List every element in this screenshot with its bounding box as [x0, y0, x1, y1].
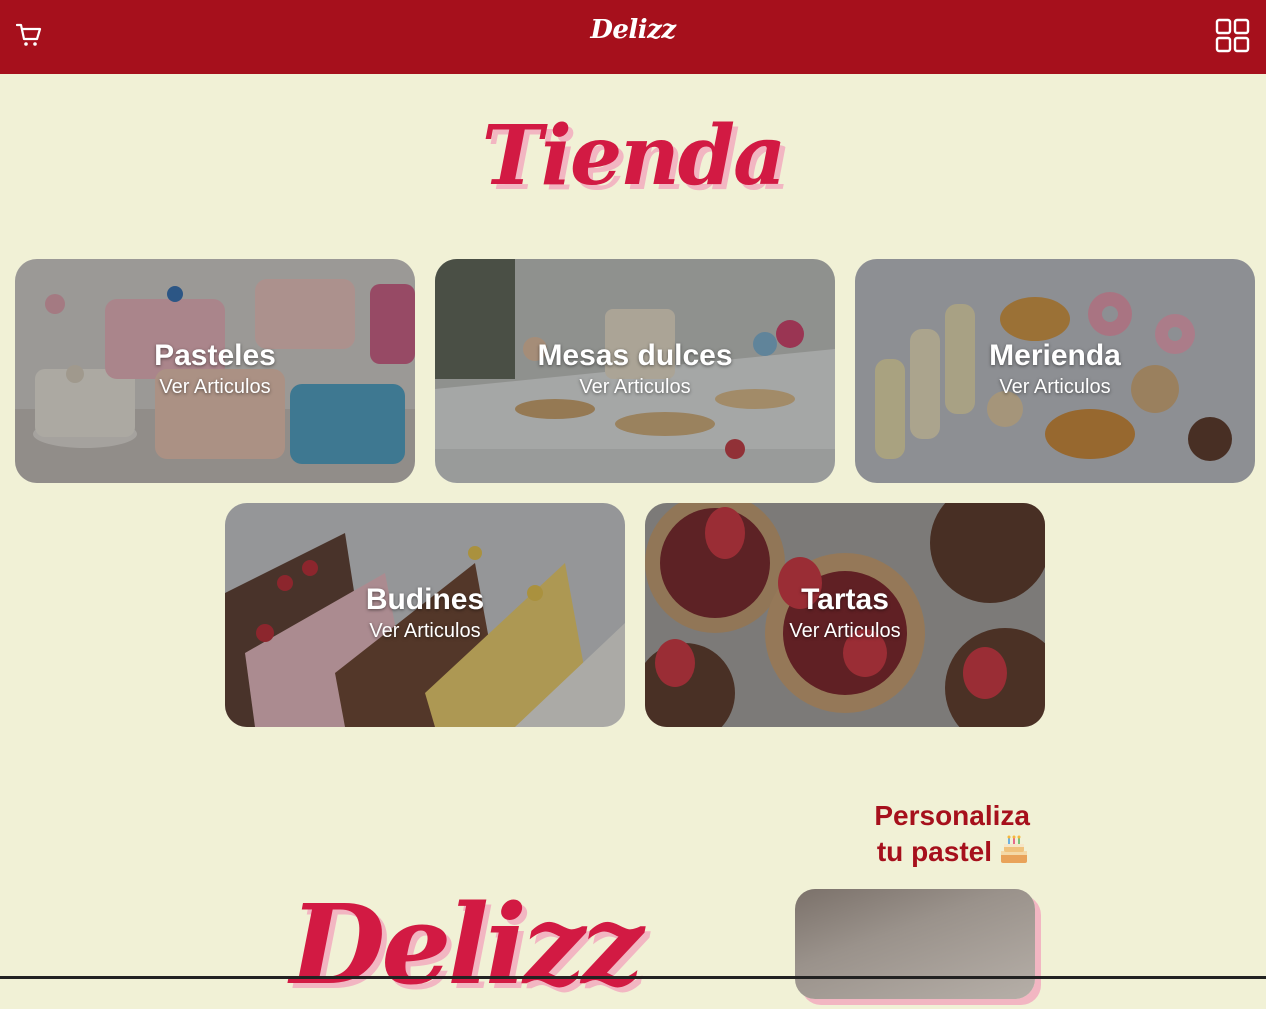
customize-heading: Personaliza tu pastel — [800, 798, 1030, 870]
category-title: Merienda — [989, 339, 1121, 372]
view-articles-link[interactable]: Ver Articulos — [645, 620, 1045, 643]
category-title: Pasteles — [154, 339, 276, 372]
view-articles-link[interactable]: Ver Articulos — [225, 620, 625, 643]
category-title: Tartas — [801, 583, 889, 616]
category-card-pasteles[interactable]: Pasteles Ver Articulos — [15, 259, 415, 483]
custom-cake-image[interactable] — [795, 889, 1035, 999]
customize-line-1: Personaliza — [874, 800, 1030, 831]
category-card-mesas-dulces[interactable]: Mesas dulces Ver Articulos — [435, 259, 835, 483]
footer-brand-logo: Delizz — [290, 880, 644, 1009]
view-articles-link[interactable]: Ver Articulos — [855, 376, 1255, 399]
category-card-budines[interactable]: Budines Ver Articulos — [225, 503, 625, 727]
view-articles-link[interactable]: Ver Articulos — [435, 376, 835, 399]
shop-title: Tienda — [481, 108, 786, 204]
customize-line-2-wrap: tu pastel — [800, 834, 1030, 870]
birthday-cake-icon — [1001, 835, 1027, 863]
category-title: Mesas dulces — [537, 339, 733, 372]
category-card-merienda[interactable]: Merienda Ver Articulos — [855, 259, 1255, 483]
grid-menu-icon[interactable] — [1215, 18, 1250, 53]
top-navbar: Delizz — [0, 0, 1266, 74]
customize-line-2: tu pastel — [876, 836, 992, 867]
category-title: Budines — [365, 583, 485, 616]
category-card-tartas[interactable]: Tartas Ver Articulos — [645, 503, 1045, 727]
brand-logo[interactable]: Delizz — [0, 15, 1266, 45]
view-articles-link[interactable]: Ver Articulos — [15, 376, 415, 399]
